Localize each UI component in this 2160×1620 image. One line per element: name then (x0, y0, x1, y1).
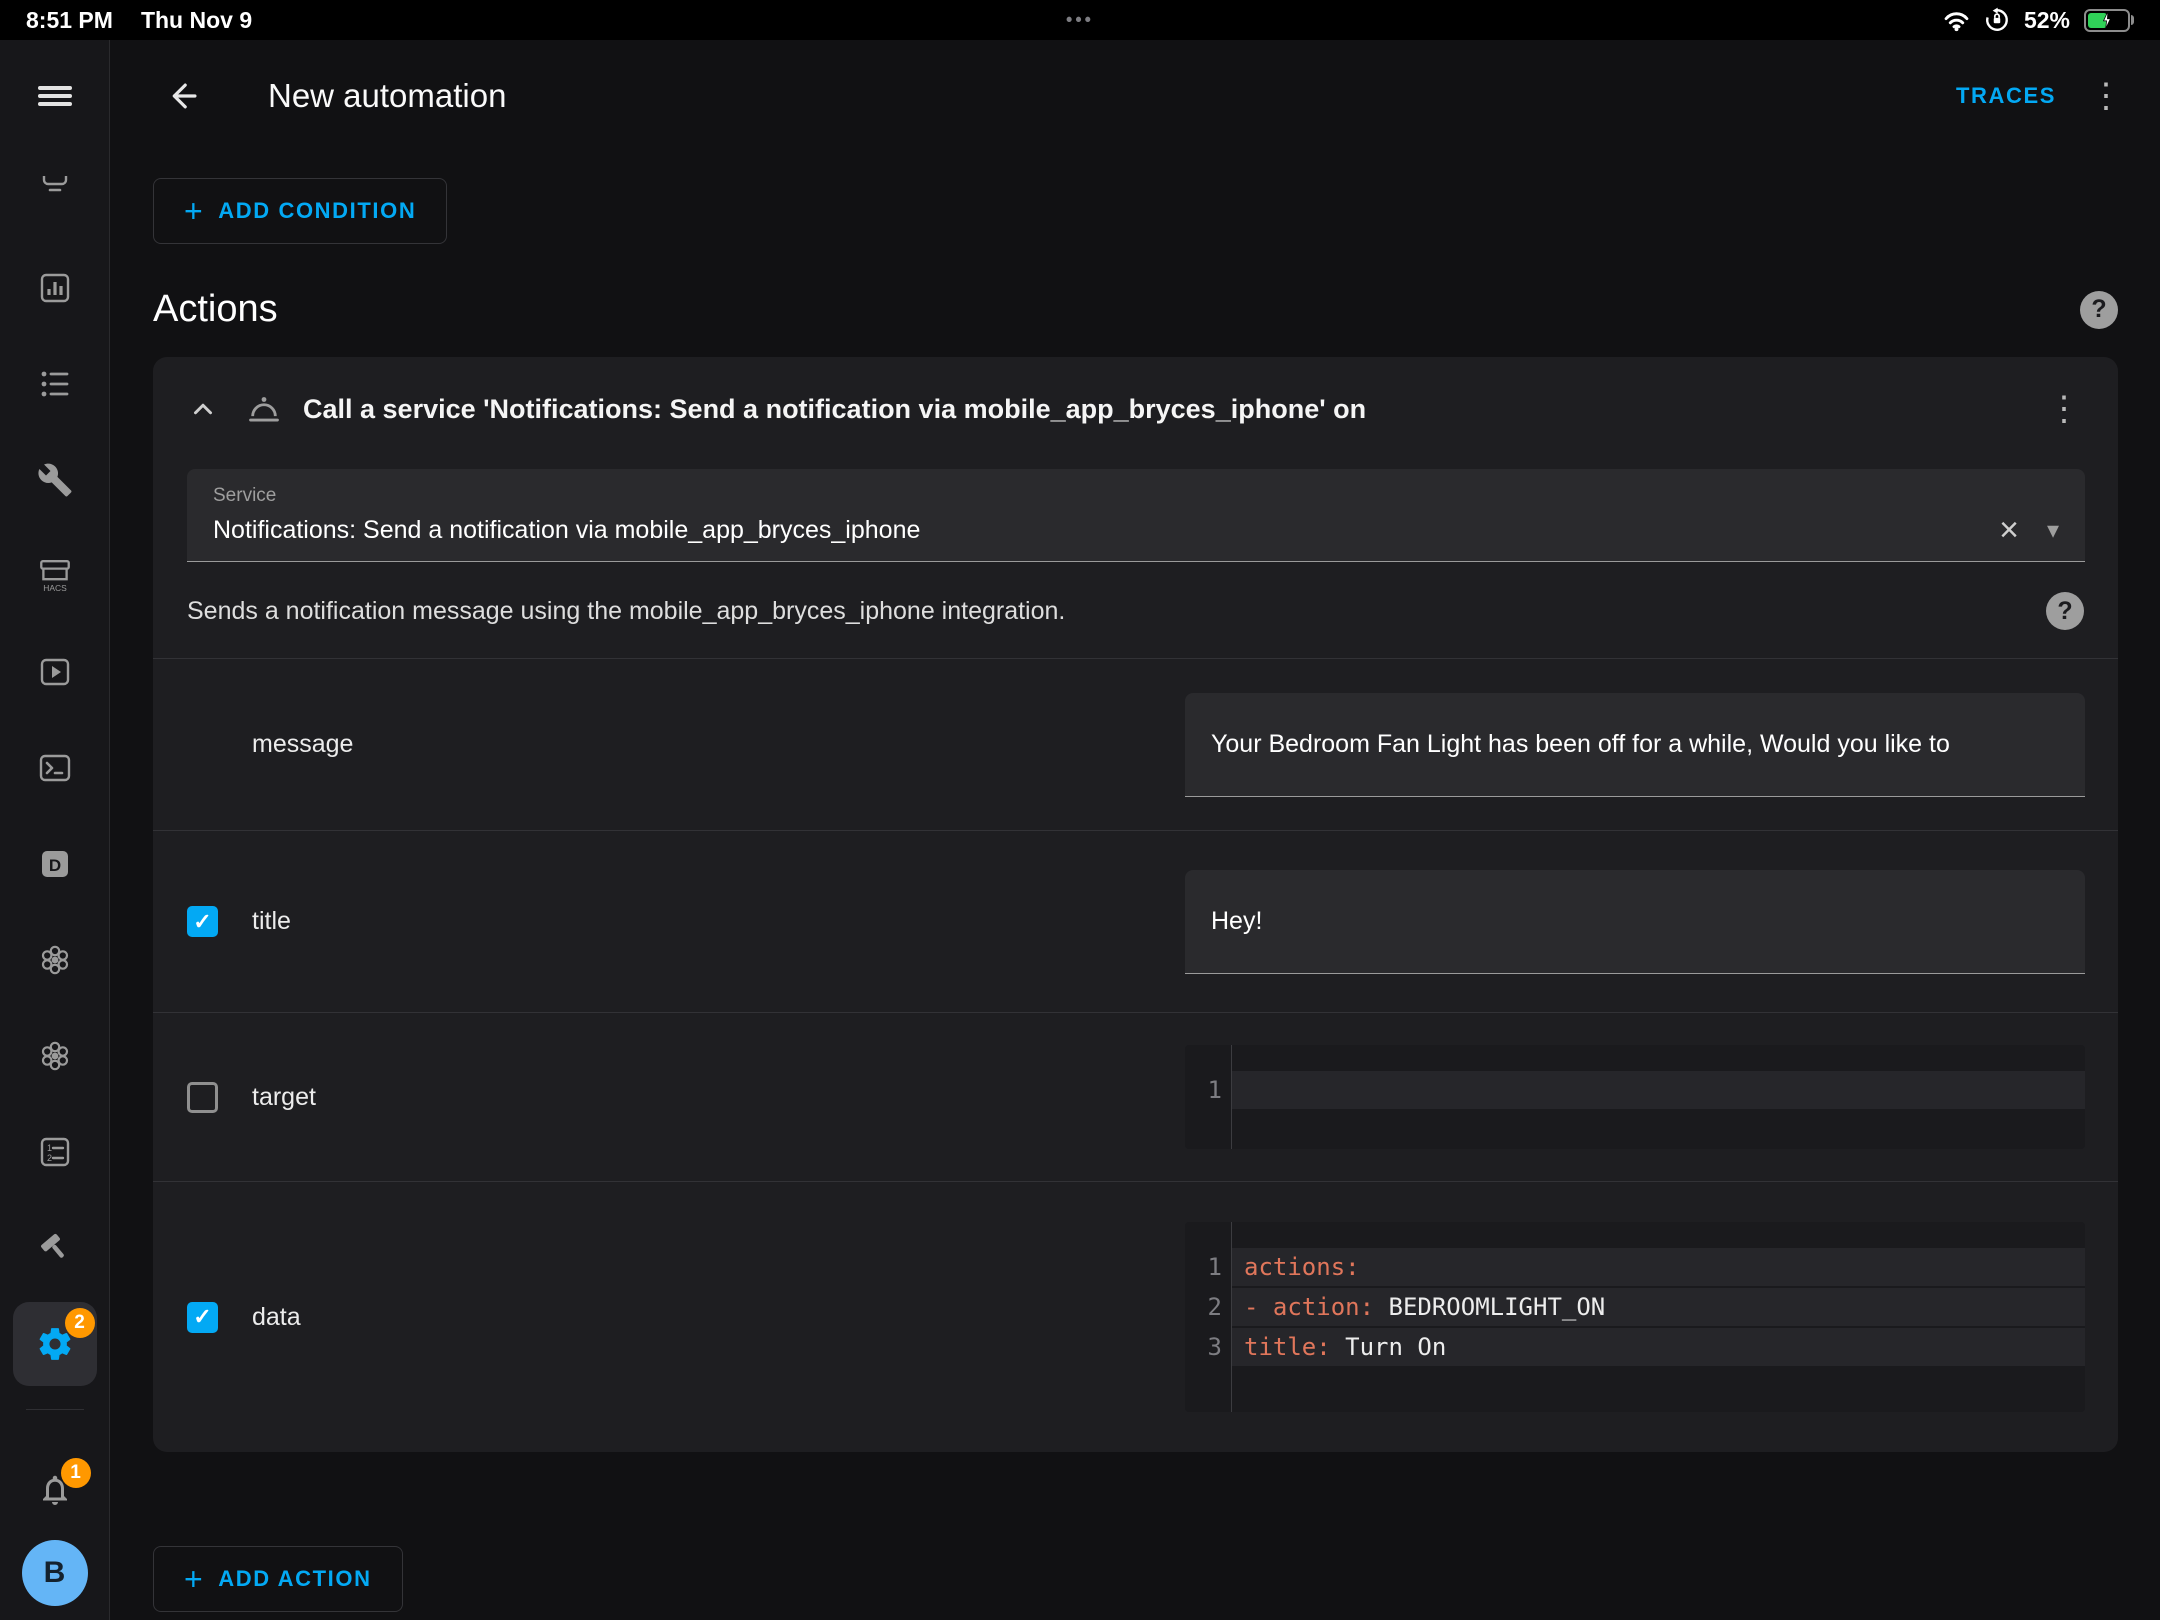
list-icon (37, 366, 73, 402)
add-condition-label: ADD CONDITION (218, 198, 416, 224)
menu-hamburger-icon[interactable] (0, 40, 109, 152)
hammer-icon (37, 1230, 73, 1266)
action-title: Call a service 'Notifications: Send a no… (303, 394, 2024, 425)
sidebar-item-notifications[interactable]: 1 (31, 1466, 79, 1514)
automation-editor: + ADD CONDITION Actions ? (110, 152, 2160, 1620)
rotation-lock-icon (1984, 7, 2010, 33)
d-letter: D (48, 856, 60, 875)
user-avatar[interactable]: B (22, 1540, 88, 1606)
service-help-icon[interactable]: ? (2046, 592, 2084, 630)
d-square-icon: D (37, 846, 73, 882)
target-yaml-editor[interactable]: 1 (1185, 1045, 2085, 1149)
multitask-dots-icon[interactable]: ••• (1066, 10, 1094, 31)
chevron-up-icon (188, 394, 218, 424)
service-description: Sends a notification message using the m… (187, 597, 1065, 626)
add-action-button[interactable]: + ADD ACTION (153, 1546, 403, 1612)
clipped-icon (37, 174, 73, 210)
status-time: 8:51 PM (26, 7, 113, 34)
service-field-value: Notifications: Send a notification via m… (213, 516, 1975, 545)
svg-text:2: 2 (47, 1153, 52, 1163)
status-bar: 8:51 PM Thu Nov 9 ••• 52% (0, 0, 2160, 40)
page-title: New automation (268, 77, 506, 115)
message-label: message (252, 730, 353, 759)
battery-icon (2084, 9, 2134, 32)
service-bell-icon (247, 392, 281, 426)
chevron-down-icon[interactable]: ▾ (2047, 516, 2059, 545)
check-icon: ✓ (193, 911, 211, 933)
sidebar-item-hacs[interactable]: HACS (31, 552, 79, 600)
sidebar-item-flower-1[interactable] (31, 936, 79, 984)
traces-button[interactable]: TRACES (1956, 83, 2056, 109)
line-numbers: 1 (1185, 1045, 1232, 1149)
clear-service-icon[interactable]: × (1999, 513, 2019, 547)
action-card: Call a service 'Notifications: Send a no… (153, 357, 2118, 1452)
target-label: target (252, 1083, 316, 1112)
sidebar-item-supervisor[interactable] (31, 456, 79, 504)
hacs-label: HACS (43, 583, 67, 593)
sidebar-divider (26, 1409, 84, 1410)
svg-text:1: 1 (47, 1143, 52, 1153)
data-yaml-editor[interactable]: 123 actions:- action: BEDROOMLIGHT_ONtit… (1185, 1222, 2085, 1412)
sidebar-item-hammer[interactable] (31, 1224, 79, 1272)
header-overflow-menu-icon[interactable]: ⋮ (2082, 72, 2130, 120)
charging-bolt-icon (2101, 11, 2113, 30)
check-icon: ✓ (193, 1306, 211, 1328)
battery-percent: 52% (2024, 7, 2070, 34)
media-play-icon (37, 654, 73, 690)
collapse-action-button[interactable] (179, 385, 227, 433)
service-field-label: Service (213, 485, 2059, 507)
service-select[interactable]: Service Notifications: Send a notificati… (187, 469, 2085, 562)
flower-icon (37, 942, 73, 978)
wrench-icon (37, 462, 73, 498)
sidebar-item-settings[interactable]: 2 (31, 1320, 79, 1368)
wifi-icon (1943, 9, 1970, 32)
title-checkbox[interactable]: ✓ (187, 906, 218, 937)
actions-help-icon[interactable]: ? (2080, 291, 2118, 329)
numbered-list-box-icon: 1 2 (37, 1134, 73, 1170)
editor-content[interactable] (1232, 1045, 2085, 1149)
actions-heading: Actions (153, 288, 278, 331)
hacs-store-icon: HACS (36, 557, 74, 595)
notifications-badge: 1 (61, 1458, 91, 1488)
status-date: Thu Nov 9 (141, 7, 252, 34)
sidebar-item-d-app[interactable]: D (31, 840, 79, 888)
title-row: ✓ title Hey! (153, 830, 2118, 1012)
data-row: ✓ data 123 actions:- action: BEDROOMLIGH… (153, 1181, 2118, 1452)
sidebar-item-flower-2[interactable] (31, 1032, 79, 1080)
target-row: ✓ target 1 (153, 1012, 2118, 1181)
terminal-icon (37, 750, 73, 786)
add-action-label: ADD ACTION (218, 1566, 371, 1592)
page-header: New automation TRACES ⋮ (110, 40, 2160, 152)
sidebar-item-logbook[interactable] (31, 360, 79, 408)
plus-icon: + (184, 195, 204, 227)
action-overflow-menu-icon[interactable]: ⋮ (2040, 385, 2088, 433)
sidebar-item-clipped[interactable] (31, 168, 79, 216)
flower-icon (37, 1038, 73, 1074)
sidebar-item-history[interactable] (31, 264, 79, 312)
sidebar-item-terminal[interactable] (31, 744, 79, 792)
title-input[interactable]: Hey! (1185, 870, 2085, 974)
plus-icon: + (184, 1563, 204, 1595)
add-condition-button[interactable]: + ADD CONDITION (153, 178, 447, 244)
chart-box-icon (37, 270, 73, 306)
data-checkbox[interactable]: ✓ (187, 1302, 218, 1333)
message-input[interactable]: Your Bedroom Fan Light has been off for … (1185, 693, 2085, 797)
sidebar-item-scheduler[interactable]: 1 2 (31, 1128, 79, 1176)
line-numbers: 123 (1185, 1222, 1232, 1412)
sidebar: HACS D (0, 40, 110, 1620)
back-button[interactable] (160, 72, 208, 120)
settings-update-badge: 2 (65, 1308, 95, 1338)
sidebar-item-media[interactable] (31, 648, 79, 696)
target-checkbox[interactable]: ✓ (187, 1082, 218, 1113)
title-label: title (252, 907, 291, 936)
data-label: data (252, 1303, 301, 1332)
editor-content[interactable]: actions:- action: BEDROOMLIGHT_ONtitle: … (1232, 1222, 2085, 1412)
message-row: message Your Bedroom Fan Light has been … (153, 658, 2118, 830)
arrow-left-icon (167, 79, 201, 113)
